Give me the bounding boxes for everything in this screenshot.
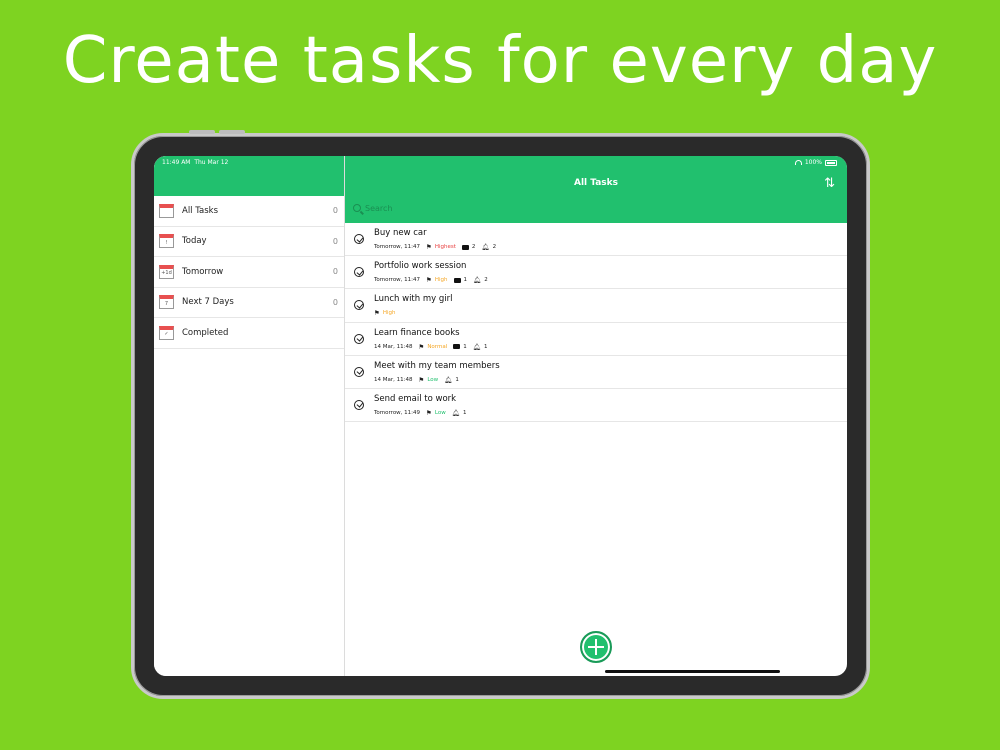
- task-date: 14 Mar, 11:48: [374, 343, 413, 350]
- status-bar: 11:49 AM Thu Mar 12 100%: [154, 156, 847, 170]
- reminder-count: 1: [455, 376, 459, 383]
- sidebar: All Tasks 0! Today 0 +1d Tomorrow 0 7 Next 7 Day…: [154, 156, 345, 676]
- task-priority: Low: [427, 376, 439, 383]
- check-circle-icon[interactable]: [354, 267, 364, 278]
- reminder-count: 2: [492, 244, 497, 250]
- bell-icon: 🔔︎: [473, 276, 482, 285]
- task-meta: 14 Mar, 11:48 ⚑ Low 🔔︎ 1: [374, 376, 465, 384]
- main-panel: All Tasks ⇅ Search Buy new car Tomorrow, …: [345, 156, 847, 676]
- task-date: Tomorrow, 11:49: [374, 409, 421, 416]
- bell-icon: 🔔︎: [451, 408, 460, 417]
- sidebar-item-next-7-days[interactable]: 7 Next 7 Days 0: [154, 288, 344, 318]
- task-list: Buy new car Tomorrow, 11:47 ⚑ Highest 2 🔔︎ 2 Po…: [345, 223, 847, 423]
- comment-count: 2: [471, 244, 476, 250]
- sidebar-item-label: Today: [182, 236, 207, 247]
- task-title: Lunch with my girl: [374, 294, 453, 305]
- task-priority: High: [382, 310, 396, 317]
- app-screen: 11:49 AM Thu Mar 12 100% All Tasks 0! Toda…: [154, 156, 847, 676]
- headline: Create tasks for every day: [62, 24, 938, 98]
- status-time: 11:49 AM Thu Mar 12: [162, 159, 229, 166]
- task-meta: ⚑ High: [374, 309, 401, 317]
- task-title: Meet with my team members: [374, 360, 500, 371]
- task-meta: Tomorrow, 11:49 ⚑ Low 🔔︎ 1: [374, 409, 472, 417]
- sidebar-item-tomorrow[interactable]: +1d Tomorrow 0: [154, 257, 344, 288]
- reminder-count: 1: [462, 409, 467, 416]
- sidebar-item-count: 0: [332, 236, 338, 246]
- page-title: All Tasks: [573, 178, 619, 188]
- battery-icon: [825, 159, 837, 166]
- sidebar-item-label: All Tasks: [182, 205, 219, 216]
- task-priority: High: [434, 277, 448, 284]
- comment-icon: [453, 277, 461, 283]
- reminder-count: 2: [484, 277, 488, 284]
- task-date: Tomorrow, 11:47: [374, 277, 421, 284]
- calendar-today-icon: !: [159, 234, 174, 249]
- calendar-week-icon: 7: [159, 295, 174, 310]
- comment-icon: [453, 344, 461, 350]
- task-priority: Highest: [434, 244, 456, 250]
- task-row[interactable]: Meet with my team members 14 Mar, 11:48 ⚑ L…: [345, 356, 847, 389]
- home-indicator: [605, 670, 780, 673]
- battery-percent: 100%: [804, 159, 822, 166]
- flag-icon: ⚑: [426, 243, 432, 251]
- wifi-icon: [794, 160, 802, 165]
- bell-icon: 🔔︎: [444, 375, 453, 384]
- check-circle-icon[interactable]: [354, 366, 364, 377]
- sidebar-item-count: 0: [332, 267, 338, 277]
- task-title: Buy new car: [374, 228, 427, 238]
- calendar-tomorrow-icon: +1d: [159, 264, 174, 279]
- check-circle-icon[interactable]: [354, 234, 364, 244]
- sidebar-item-all-tasks[interactable]: All Tasks 0: [154, 196, 344, 227]
- sidebar-item-today[interactable]: ! Today 0: [154, 227, 344, 257]
- task-row[interactable]: Buy new car Tomorrow, 11:47 ⚑ Highest 2 🔔︎ 2: [345, 223, 847, 257]
- sidebar-item-count: 0: [332, 206, 338, 216]
- task-row[interactable]: Send email to work Tomorrow, 11:49 ⚑ Low 🔔︎ 1: [345, 389, 847, 423]
- search-bar[interactable]: Search: [345, 196, 847, 223]
- task-row[interactable]: Lunch with my girl ⚑ High: [345, 289, 847, 323]
- bell-icon: 🔔︎: [472, 342, 481, 351]
- volume-button: [219, 130, 245, 134]
- task-title: Send email to work: [374, 393, 457, 404]
- search-icon: [353, 204, 361, 212]
- task-title: Portfolio work session: [374, 261, 467, 272]
- sidebar-item-label: Completed: [182, 327, 229, 338]
- flag-icon: ⚑: [418, 342, 425, 351]
- task-meta: Tomorrow, 11:47 ⚑ Highest 2 🔔︎ 2: [374, 243, 502, 251]
- comment-count: 1: [463, 277, 468, 284]
- sidebar-item-label: Next 7 Days: [182, 297, 234, 308]
- task-date: Tomorrow, 11:47: [374, 244, 421, 250]
- bell-icon: 🔔︎: [481, 243, 490, 251]
- volume-button: [189, 130, 215, 134]
- sidebar-item-count: 0: [332, 297, 338, 307]
- task-meta: 14 Mar, 11:48 ⚑ Normal 1 🔔︎ 1: [374, 343, 493, 351]
- task-priority: Normal: [427, 343, 448, 350]
- sidebar-item-completed[interactable]: ✓ Completed: [154, 318, 344, 349]
- flag-icon: ⚑: [426, 408, 432, 417]
- check-circle-icon[interactable]: [354, 300, 364, 311]
- task-priority: Low: [434, 409, 446, 416]
- task-title: Learn finance books: [374, 327, 460, 338]
- task-date: 14 Mar, 11:48: [374, 376, 413, 383]
- flag-icon: ⚑: [374, 309, 380, 318]
- check-circle-icon[interactable]: [354, 333, 364, 344]
- search-input[interactable]: Search: [365, 204, 392, 213]
- add-task-button[interactable]: [580, 631, 612, 663]
- sidebar-item-label: Tomorrow: [182, 266, 224, 277]
- flag-icon: ⚑: [418, 375, 425, 384]
- check-circle-icon[interactable]: [354, 399, 364, 410]
- comment-icon: [461, 244, 469, 250]
- task-meta: Tomorrow, 11:47 ⚑ High 1 🔔︎ 2: [374, 276, 494, 284]
- sort-icon[interactable]: ⇅: [824, 176, 835, 191]
- comment-count: 1: [463, 343, 467, 350]
- reminder-count: 1: [483, 343, 488, 350]
- tablet-frame: 11:49 AM Thu Mar 12 100% All Tasks 0! Toda…: [131, 130, 870, 699]
- task-row[interactable]: Learn finance books 14 Mar, 11:48 ⚑ Normal 1…: [345, 323, 847, 356]
- calendar-completed-icon: ✓: [159, 325, 174, 340]
- task-row[interactable]: Portfolio work session Tomorrow, 11:47 ⚑ Hi…: [345, 256, 847, 290]
- calendar-all-icon: [159, 203, 174, 218]
- flag-icon: ⚑: [426, 276, 432, 285]
